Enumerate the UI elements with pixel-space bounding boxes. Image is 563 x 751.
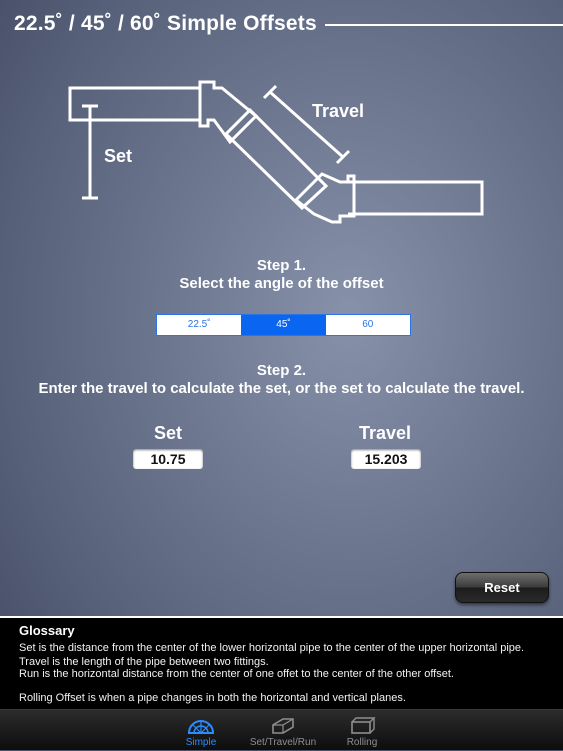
step2-instruction: Enter the travel to calculate the set, o… <box>38 380 525 397</box>
glossary-panel: Glossary Set is the distance from the ce… <box>0 616 563 709</box>
angle-option-60[interactable]: 60 <box>325 315 410 335</box>
glossary-set-definition: Set is the distance from the center of t… <box>19 642 525 654</box>
travel-diagram-label: Travel <box>312 101 365 121</box>
step1-instruction: Select the angle of the offset <box>179 275 384 292</box>
lower-pipe <box>348 180 484 216</box>
tab-rolling[interactable]: Rolling <box>332 710 392 751</box>
step1-title: Step 1. <box>256 257 307 274</box>
lower-fitting <box>293 172 356 224</box>
tab-simple[interactable]: Simple <box>170 710 232 751</box>
tab-simple-label: Simple <box>185 737 217 748</box>
tab-rolling-label: Rolling <box>346 737 378 748</box>
protractor-icon <box>187 720 215 734</box>
step2-title: Step 2. <box>256 362 307 379</box>
glossary-title: Glossary <box>19 623 75 638</box>
angle-option-45[interactable]: 45˚ <box>241 315 326 335</box>
offset-box-icon <box>272 718 294 734</box>
set-input[interactable] <box>133 449 203 469</box>
angle-selector: 22.5˚ 45˚ 60 <box>156 314 411 336</box>
set-diagram-label: Set <box>104 146 133 166</box>
tab-bar: Simple Set/Travel/Run Rolling <box>0 709 563 750</box>
glossary-travel-definition: Travel is the length of the pipe between… <box>19 656 269 668</box>
reset-button[interactable]: Reset <box>455 572 549 603</box>
travel-pipe <box>223 107 329 211</box>
offset-diagram-drawing <box>68 80 484 224</box>
app-screen: 22.5˚ / 45˚ / 60˚ Simple Offsets Set Tra… <box>0 0 563 750</box>
offset-diagram: Set Travel <box>0 0 563 250</box>
angle-option-22-5[interactable]: 22.5˚ <box>157 315 242 335</box>
set-field-label: Set <box>153 423 182 443</box>
tab-set-travel-run[interactable]: Set/Travel/Run <box>248 710 318 751</box>
travel-field-label: Travel <box>358 423 412 443</box>
glossary-run-definition: Run is the horizontal distance from the … <box>19 668 454 680</box>
travel-input[interactable] <box>351 449 421 469</box>
rolling-box-icon <box>351 717 376 734</box>
tab-set-travel-run-label: Set/Travel/Run <box>249 737 317 748</box>
glossary-rolling-definition: Rolling Offset is when a pipe changes in… <box>19 692 406 704</box>
